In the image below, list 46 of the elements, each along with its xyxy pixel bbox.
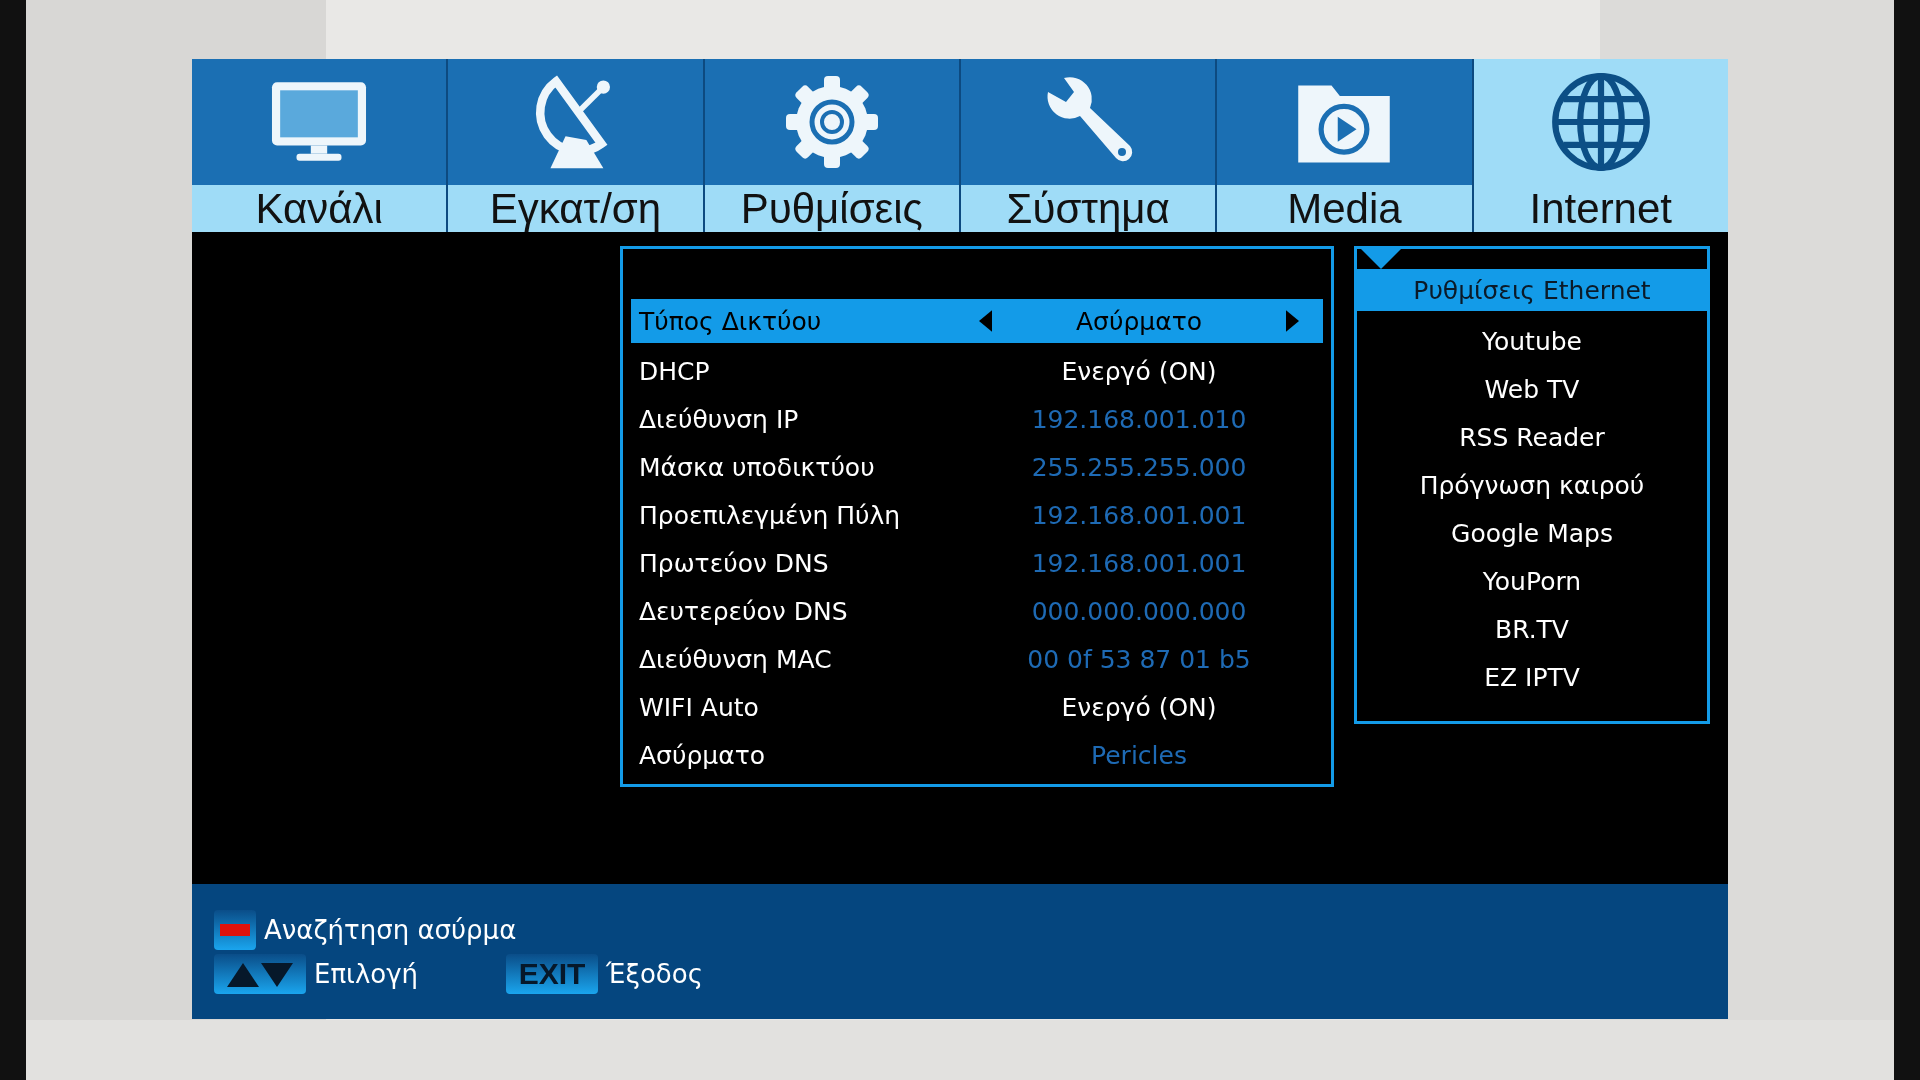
- setting-value: Ενεργό (ON): [1060, 692, 1218, 722]
- setting-value: 255.255.255.000: [1030, 452, 1248, 482]
- exit-key: EXIT: [506, 953, 599, 994]
- setting-label: Μάσκα υποδικτύου: [639, 452, 876, 482]
- menu-tab[interactable]: Internet: [1473, 59, 1728, 232]
- hint-label: Έξοδος: [606, 958, 703, 989]
- setting-label: Προεπιλεγμένη Πύλη: [639, 500, 902, 530]
- setting-value: 192.168.001.010: [1030, 404, 1248, 434]
- setting-label: Δευτερεύον DNS: [639, 596, 849, 626]
- setting-value: 000.000.000.000: [1030, 596, 1248, 626]
- menu-item[interactable]: EZ IPTV: [1357, 653, 1707, 701]
- setting-label: Πρωτεύον DNS: [639, 548, 830, 578]
- settings-row[interactable]: DHCP Ενεργό (ON): [631, 347, 1323, 395]
- setting-label: Διεύθυνση MAC: [639, 644, 833, 674]
- setting-label: Τύπος Δικτύου: [639, 306, 823, 336]
- setting-value: 192.168.001.001: [1030, 548, 1248, 578]
- menu-tab[interactable]: Media: [1217, 59, 1474, 232]
- hint-label: Αναζήτηση ασύρμα: [264, 914, 517, 945]
- up-down-key-icon: [214, 953, 306, 994]
- setting-value: Ασύρματο: [1075, 306, 1203, 336]
- hint-label: Επιλογή: [314, 958, 419, 989]
- setting-label: DHCP: [639, 356, 711, 386]
- menu-item[interactable]: YouPorn: [1357, 557, 1707, 605]
- pointer-icon: [1361, 249, 1401, 269]
- left-arrow-icon[interactable]: [979, 310, 992, 332]
- menu-item[interactable]: Google Maps: [1357, 509, 1707, 557]
- function-key-icon: [214, 909, 256, 950]
- right-arrow-icon[interactable]: [1286, 310, 1299, 332]
- setting-value: 192.168.001.001: [1030, 500, 1248, 530]
- setting-label: Διεύθυνση IP: [639, 404, 800, 434]
- setting-label: Ασύρματο: [639, 740, 766, 770]
- menu-tab[interactable]: Κανάλι: [192, 59, 449, 232]
- menu-tab[interactable]: Εγκατ/ση: [448, 59, 705, 232]
- menu-tab[interactable]: Ρυθμίσεις: [704, 59, 961, 232]
- setting-value: 00 0f 53 87 01 b5: [1026, 644, 1252, 674]
- setting-value: Pericles: [1090, 740, 1188, 770]
- menu-tab[interactable]: Σύστημα: [961, 59, 1218, 232]
- menu-item[interactable]: Πρόγνωση καιρού: [1357, 461, 1707, 509]
- setting-value: Ενεργό (ON): [1060, 356, 1218, 386]
- menu-item[interactable]: Web TV: [1357, 365, 1707, 413]
- setting-label: WIFI Auto: [639, 692, 760, 722]
- menu-item[interactable]: Youtube: [1357, 317, 1707, 365]
- menu-item[interactable]: BR.TV: [1357, 605, 1707, 653]
- settings-row[interactable]: Τύπος Δικτύου Ασύρματο: [631, 299, 1323, 343]
- menu-item[interactable]: RSS Reader: [1357, 413, 1707, 461]
- settings-row[interactable]: WIFI Auto Ενεργό (ON): [631, 683, 1323, 731]
